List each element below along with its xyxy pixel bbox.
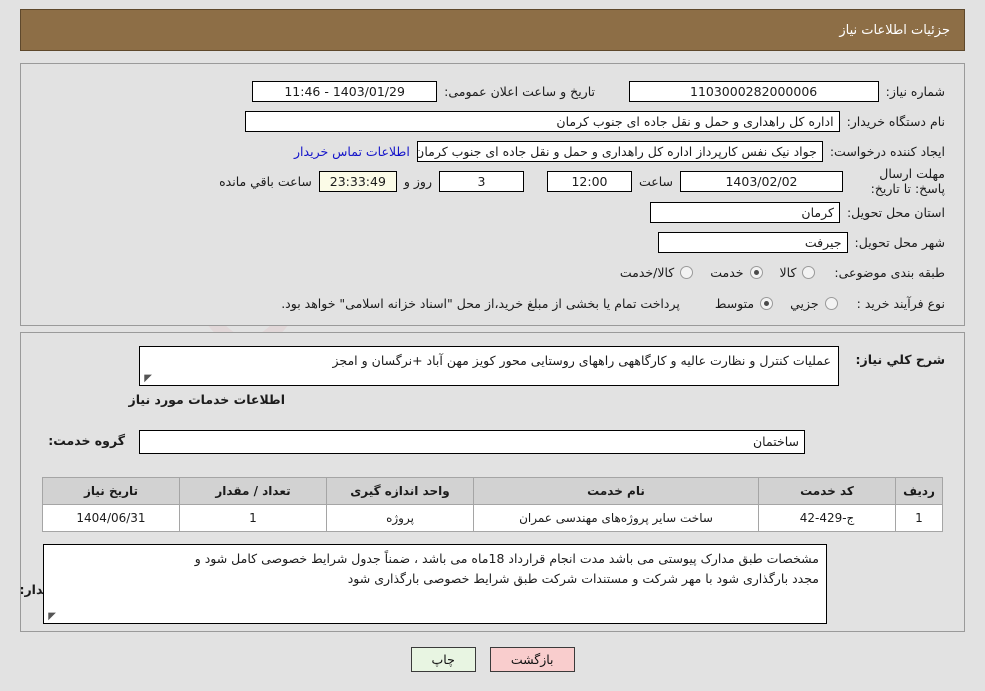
buyer-org-value: اداره کل راهداری و حمل و نقل جاده ای جنو… — [244, 110, 840, 132]
category-option-goods-label: کالا — [779, 264, 797, 280]
col-service-code: کد خدمت — [758, 477, 896, 505]
radio-goods-service-icon[interactable] — [680, 265, 694, 279]
buyer-notes-resize-grip-icon[interactable]: ◤ — [46, 612, 56, 622]
requester-row: ایجاد کننده درخواست: جواد نیک نفس کارپرد… — [294, 140, 945, 162]
public-announce-label: تاریخ و ساعت اعلان عمومی: — [444, 83, 595, 99]
col-need-date: تاریخ نیاز — [42, 477, 180, 505]
resize-grip-icon[interactable]: ◤ — [142, 374, 152, 384]
province-row: استان محل تحویل: کرمان — [649, 201, 945, 223]
back-button[interactable]: بازگشت — [489, 647, 575, 672]
countdown-timer-label: ساعت باقي مانده — [219, 173, 312, 189]
category-row: طبقه بندی موضوعی: کالا خدمت کالا/خدمت — [610, 261, 945, 283]
buyer-notes-line-1: مشخصات طبق مدارک پیوستی می باشد مدت انجا… — [194, 551, 819, 566]
service-group-label: گروه خدمت: — [48, 432, 125, 448]
print-button[interactable]: چاپ — [410, 647, 476, 672]
general-description-value: عملیات کنترل و نظارت عالیه و کارگاههی را… — [332, 353, 831, 368]
buyer-notes-line-2: مجدد بارگذاری شود با مهر شرکت و مستندات … — [347, 571, 819, 586]
process-option-medium[interactable]: متوسط — [705, 295, 774, 311]
process-option-minor[interactable]: جزیي — [780, 296, 838, 311]
action-button-bar: بازگشت چاپ — [0, 647, 985, 672]
public-announce-value: 1403/01/29 - 11:46 — [252, 80, 438, 102]
city-value: جیرفت — [657, 231, 848, 253]
table-row: 1 ج-429-42 ساخت سایر پروژه‌های مهندسی عم… — [42, 504, 943, 532]
service-group-value[interactable]: ساختمان — [139, 430, 805, 454]
page-root: AriaTender.net جزئیات اطلاعات نیاز شماره… — [0, 0, 985, 691]
need-number-row: شماره نیاز: 1103000282000006 — [628, 80, 945, 102]
col-unit: واحد اندازه گیری — [326, 477, 474, 505]
process-option-minor-label: جزیي — [790, 295, 819, 311]
public-announce-row: تاریخ و ساعت اعلان عمومی: 1403/01/29 - 1… — [252, 80, 595, 102]
buyer-org-label: نام دستگاه خریدار: — [846, 113, 945, 129]
cell-need-date: 1404/06/31 — [42, 504, 180, 532]
page-title: جزئیات اطلاعات نیاز — [839, 22, 950, 38]
requester-label: ایجاد کننده درخواست: — [829, 143, 945, 159]
category-option-goods-service-label: کالا/خدمت — [619, 264, 675, 280]
deadline-label: مهلت ارسال پاسخ: تا تاریخ: — [870, 166, 945, 196]
deadline-days-label: روز و — [403, 173, 432, 189]
col-row-no: ردیف — [895, 477, 943, 505]
general-description-label-row: شرح کلي نیاز: — [856, 352, 945, 374]
col-service-name: نام خدمت — [473, 477, 759, 505]
deadline-date-value: 1403/02/02 — [680, 170, 843, 192]
category-option-goods-service[interactable]: کالا/خدمت — [610, 264, 694, 280]
process-option-medium-label: متوسط — [714, 295, 755, 311]
countdown-timer: 23:33:49 — [318, 170, 397, 192]
table-header-row: ردیف کد خدمت نام خدمت واحد اندازه گیری ت… — [42, 477, 943, 505]
province-value: کرمان — [649, 201, 840, 223]
requester-value: جواد نیک نفس کارپرداز اداره کل راهداری و… — [416, 140, 823, 162]
col-quantity: تعداد / مقدار — [179, 477, 327, 505]
deadline-time-label: ساعت — [638, 173, 673, 189]
need-info-panel — [20, 63, 965, 326]
services-table: ردیف کد خدمت نام خدمت واحد اندازه گیری ت… — [42, 477, 943, 532]
general-description-textarea[interactable]: عملیات کنترل و نظارت عالیه و کارگاههی را… — [139, 346, 839, 386]
process-type-note: پرداخت تمام یا بخشی از مبلغ خرید،از محل … — [281, 295, 680, 311]
cell-service-name: ساخت سایر پروژه‌های مهندسی عمران — [473, 504, 759, 532]
need-number-label: شماره نیاز: — [885, 83, 945, 99]
general-description-label: شرح کلي نیاز: — [855, 352, 945, 367]
province-label: استان محل تحویل: — [846, 204, 945, 220]
cell-unit: پروژه — [326, 504, 474, 532]
deadline-row: مهلت ارسال پاسخ: تا تاریخ: 1403/02/02 سا… — [219, 166, 945, 196]
buyer-notes-textarea[interactable]: مشخصات طبق مدارک پیوستی می باشد مدت انجا… — [43, 544, 827, 624]
radio-minor-icon[interactable] — [824, 296, 838, 310]
need-number-value: 1103000282000006 — [628, 80, 879, 102]
category-option-goods[interactable]: کالا — [770, 265, 816, 280]
deadline-days-value: 3 — [438, 170, 524, 192]
city-row: شهر محل تحویل: جیرفت — [657, 231, 945, 253]
services-section-heading: اطلاعات خدمات مورد نیاز — [128, 392, 286, 407]
process-type-label: نوع فرآیند خرید : — [856, 295, 945, 311]
service-group-row: گروه خدمت: — [48, 429, 125, 451]
cell-quantity: 1 — [179, 504, 327, 532]
category-option-service-label: خدمت — [710, 264, 744, 280]
buyer-contact-link[interactable]: اطلاعات تماس خریدار — [294, 144, 410, 159]
city-label: شهر محل تحویل: — [854, 234, 945, 250]
buyer-org-row: نام دستگاه خریدار: اداره کل راهداری و حم… — [244, 110, 945, 132]
process-type-row: نوع فرآیند خرید : جزیي متوسط پرداخت تمام… — [281, 292, 945, 314]
window-titlebar: جزئیات اطلاعات نیاز — [20, 9, 965, 51]
cell-row-no: 1 — [895, 504, 943, 532]
category-label: طبقه بندی موضوعی: — [834, 264, 945, 280]
radio-medium-icon[interactable] — [760, 296, 774, 310]
radio-goods-icon[interactable] — [802, 265, 816, 279]
radio-service-icon[interactable] — [749, 265, 763, 279]
cell-service-code: ج-429-42 — [758, 504, 896, 532]
deadline-time-value: 12:00 — [546, 170, 632, 192]
category-option-service[interactable]: خدمت — [700, 264, 763, 280]
